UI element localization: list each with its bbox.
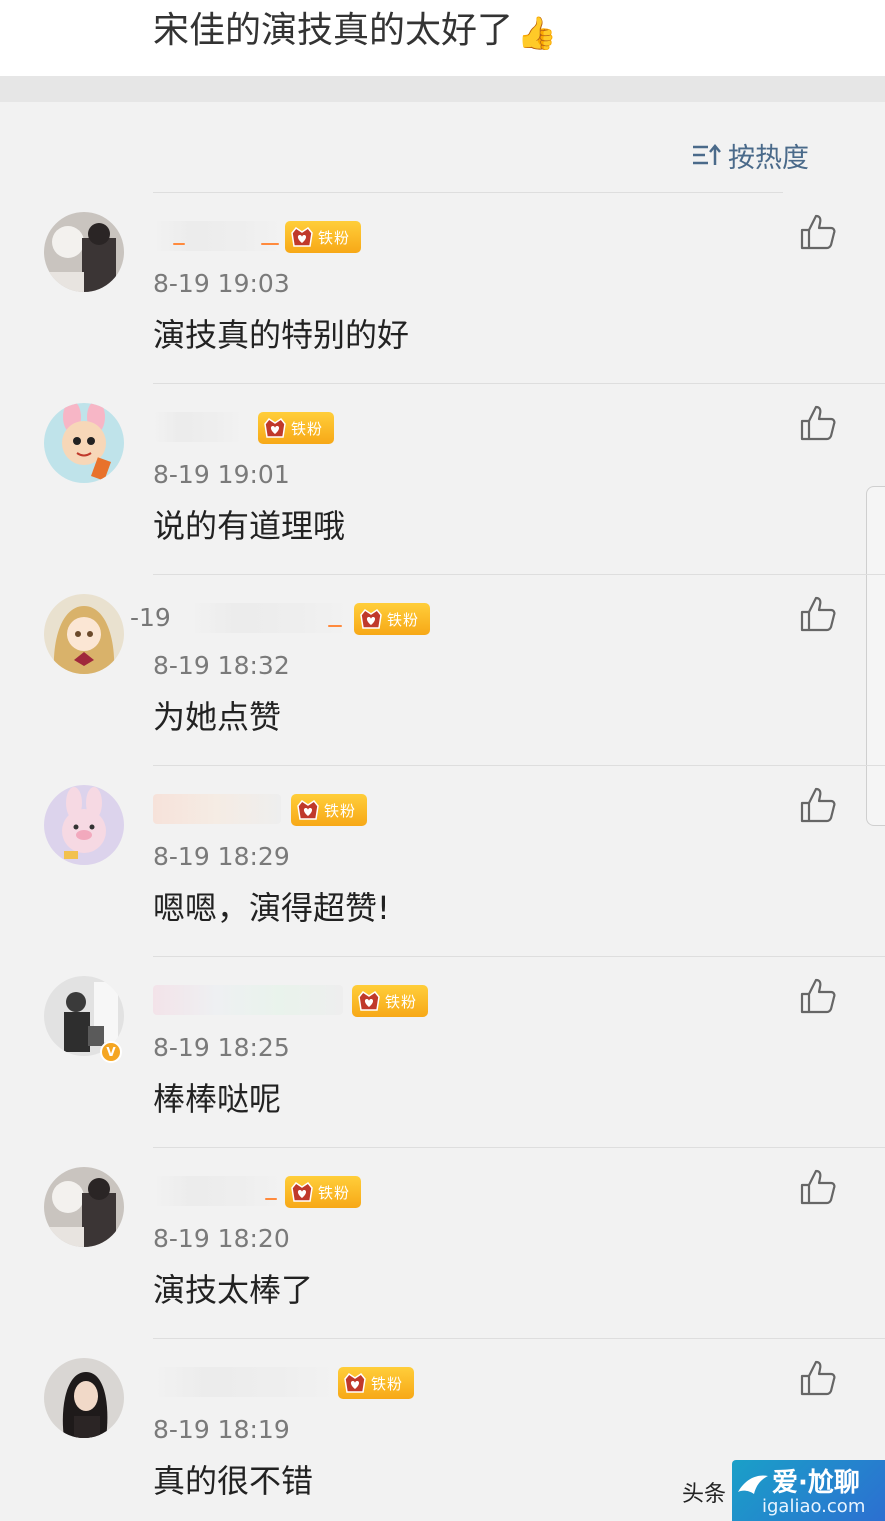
iron-fan-badge: 铁粉 [354,603,430,635]
username-redacted[interactable] [153,221,283,251]
comment-text: 演技太棒了 [153,1271,314,1309]
sort-icon [693,144,721,165]
iron-fan-badge: 铁粉 [285,1176,361,1208]
post-header: 宋佳的演技真的太好了 👍 [0,0,885,76]
fan-badge-label: 铁粉 [387,610,420,629]
username-redacted[interactable] [190,603,350,633]
sort-label: 按热度 [728,142,809,174]
like-thumb-icon[interactable] [798,403,838,443]
iron-fan-badge: 铁粉 [258,412,334,444]
fan-badge-label: 铁粉 [385,992,418,1011]
post-title: 宋佳的演技真的太好了 👍 [153,6,557,58]
username-redacted[interactable] [153,412,243,442]
comment-text: 真的很不错 [153,1462,314,1500]
comment-item: V 铁粉 8-19 18:25 棒棒哒呢 [0,957,885,1148]
avatar-cartoon-icon[interactable] [44,403,124,483]
comment-time: 8-19 19:03 [153,269,290,298]
comment-item: 铁粉 8-19 19:03 演技真的特别的好 [0,193,885,384]
comment-item: -19 铁粉 8-19 18:32 为她点赞 [0,575,885,766]
comment-time: 8-19 18:19 [153,1415,290,1444]
comment-item: 铁粉 8-19 19:01 说的有道理哦 [0,384,885,575]
comment-time: 8-19 18:32 [153,651,290,680]
comment-item: 铁粉 8-19 18:20 演技太棒了 [0,1148,885,1339]
username-redacted[interactable] [153,1176,283,1206]
comment-time: 8-19 18:25 [153,1033,290,1062]
fan-badge-label: 铁粉 [318,1183,351,1202]
comment-text: 演技真的特别的好 [153,316,410,354]
fan-badge-label: 铁粉 [371,1374,404,1393]
username-redacted[interactable] [153,794,281,824]
avatar-bunny-icon[interactable] [44,785,124,865]
like-thumb-icon[interactable] [798,976,838,1016]
crown-heart-icon [358,990,380,1011]
watermark-source: 头条 [682,1482,727,1507]
like-thumb-icon[interactable] [798,1358,838,1398]
thumbs-up-emoji-icon: 👍 [517,14,557,52]
iron-fan-badge: 铁粉 [352,985,428,1017]
section-gap [0,76,885,102]
fan-badge-label: 铁粉 [324,801,357,820]
avatar-bear-icon[interactable] [44,1167,124,1247]
username-redacted[interactable] [153,1367,338,1397]
like-thumb-icon[interactable] [798,212,838,252]
crown-heart-icon [344,1372,366,1393]
comment-text: 棒棒哒呢 [153,1080,282,1118]
like-thumb-icon[interactable] [798,1167,838,1207]
avatar-bear-icon[interactable] [44,212,124,292]
watermark-url: igaliao.com [762,1496,866,1517]
watermark-logo: 爱·尬聊 igaliao.com [732,1460,885,1521]
comment-text: 嗯嗯，演得超赞! [153,889,390,927]
like-thumb-icon[interactable] [798,594,838,634]
comment-time: 8-19 19:01 [153,460,290,489]
fan-badge-label: 铁粉 [291,419,324,438]
avatar-woman-icon[interactable] [44,1358,124,1438]
comment-item: 铁粉 8-19 18:29 嗯嗯，演得超赞! [0,766,885,957]
username-fragment: -19 [130,603,171,632]
sort-by-heat-button[interactable]: 按热度 [692,137,809,174]
comment-time: 8-19 18:20 [153,1224,290,1253]
iron-fan-badge: 铁粉 [285,221,361,253]
username-redacted[interactable] [153,985,343,1015]
crown-heart-icon [291,226,313,247]
iron-fan-badge: 铁粉 [338,1367,414,1399]
fan-badge-label: 铁粉 [318,228,351,247]
crown-heart-icon [291,1181,313,1202]
crown-heart-icon [360,608,382,629]
iron-fan-badge: 铁粉 [291,794,367,826]
crown-heart-icon [297,799,319,820]
like-thumb-icon[interactable] [798,785,838,825]
verified-icon: V [100,1041,122,1063]
comment-text: 为她点赞 [153,698,282,736]
crown-heart-icon [264,417,286,438]
comment-time: 8-19 18:29 [153,842,290,871]
watermark-logo-text: 爱·尬聊 [772,1468,860,1498]
avatar-anime-girl-icon[interactable] [44,594,124,674]
comment-text: 说的有道理哦 [153,507,346,545]
